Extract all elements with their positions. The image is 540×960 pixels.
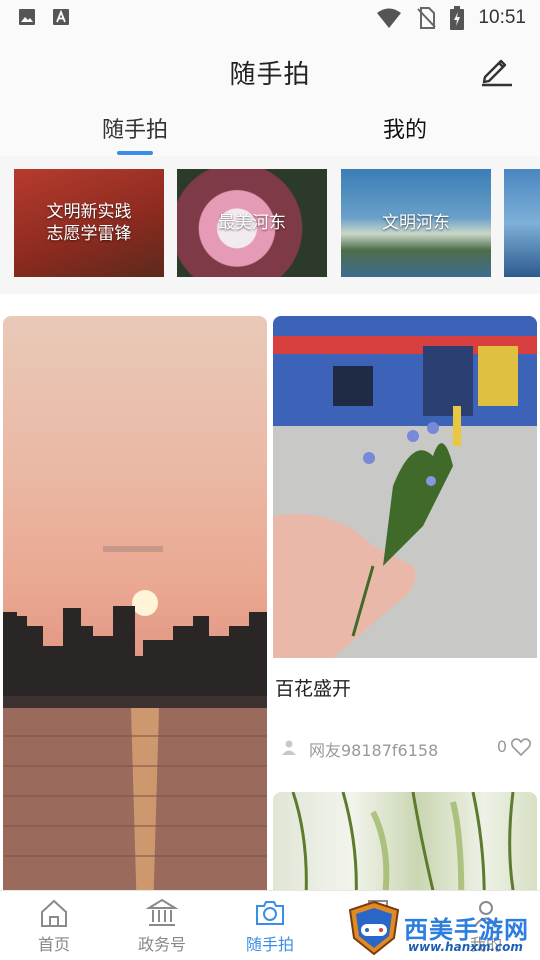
nav-suishoupai[interactable]: 随手拍 [216,897,324,957]
post-card-flowers[interactable]: 百花盛开 网友98187f6158 0 [273,316,537,776]
user-icon [282,740,296,755]
willow-photo [291,792,515,890]
text-a-icon [53,9,69,25]
topic-label: 最美河东 [218,213,286,233]
no-sim-icon [417,7,437,29]
app-header: 随手拍 [0,38,540,104]
nav-home[interactable]: 首页 [0,897,108,957]
like-count: 0 [496,737,507,756]
page-title: 随手拍 [229,60,311,90]
post-meta: 网友98187f6158 0 [281,736,531,760]
nav-label: 首页 [37,935,70,954]
like-button[interactable]: 0 [497,737,531,756]
clock-time: 10:51 [478,7,526,28]
watermark-url: www.hanxm.com [408,940,523,954]
tab-suishoupai[interactable]: 随手拍 [65,112,205,144]
status-bar: 10:51 [0,0,540,38]
post-card-willow[interactable] [273,792,537,890]
heart-icon [511,737,531,756]
government-building-icon [146,898,178,926]
image-icon [19,9,35,25]
tab-bar: 随手拍 我的 [0,104,540,156]
tab-mine[interactable]: 我的 [335,112,475,144]
topic-card-partial[interactable] [504,169,540,277]
topic-card-most-beautiful-hedong[interactable]: 最美河东 [177,169,327,277]
topic-card-volunteer[interactable]: 文明新实践 志愿学雷锋 [14,169,164,277]
pencil-icon[interactable] [478,51,514,87]
nav-government[interactable]: 政务号 [108,897,216,957]
site-watermark: 西美手游网 www.hanxm.com [346,896,536,958]
topic-label: 文明新实践 志愿学雷锋 [46,202,132,244]
photo-feed: 百花盛开 网友98187f6158 0 [0,294,540,890]
topic-label: 文明河东 [382,213,450,233]
topic-card-civilized-hedong[interactable]: 文明河东 [341,169,491,277]
post-username: 网友98187f6158 [309,741,439,760]
post-title: 百花盛开 [275,678,352,700]
topic-carousel: 文明新实践 志愿学雷锋 最美河东 文明河东 [0,156,540,294]
game-shield-logo [348,900,400,956]
flower-photo [273,316,537,658]
nav-label: 政务号 [137,935,186,954]
battery-charging-icon [450,6,465,30]
nav-label: 随手拍 [245,935,294,954]
sunset-photo [3,546,267,890]
active-tab-indicator [117,151,153,155]
camera-icon [256,901,284,925]
post-card-sunset[interactable] [3,316,267,890]
home-icon [41,899,67,927]
wifi-icon [377,8,402,28]
